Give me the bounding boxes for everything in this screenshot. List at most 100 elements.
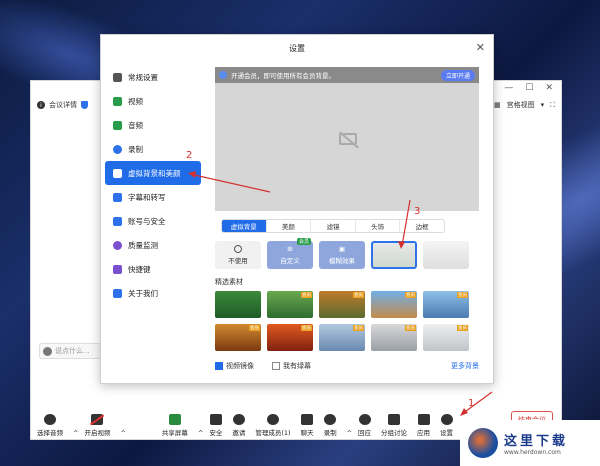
sidebar-item-shortcuts[interactable]: 快捷键: [101, 257, 205, 281]
thumbnail-panda[interactable]: [215, 291, 261, 318]
people-icon: [266, 414, 279, 425]
more-backgrounds-link[interactable]: 更多背景: [451, 361, 479, 371]
close-icon[interactable]: ✕: [476, 41, 485, 54]
chevron-up-icon[interactable]: ^: [347, 429, 352, 437]
sidebar-item-general[interactable]: 常规设置: [101, 65, 205, 89]
thumbnail-sunset[interactable]: 会员: [267, 324, 313, 351]
mirror-video-checkbox[interactable]: 视频镜像: [215, 361, 254, 371]
banner-text: 开通会员，即可使用所有会员背景。: [231, 72, 335, 80]
sidebar-item-label: 关于我们: [128, 288, 158, 298]
record-icon: [324, 414, 337, 425]
background-options: 不使用 会员 ⊞ 自定义 ▣ 模糊效果: [215, 238, 485, 269]
sidebar-item-audio[interactable]: 音频: [101, 113, 205, 137]
grid-view-button[interactable]: 宫格视图: [507, 100, 535, 110]
thumbnail-tiger[interactable]: 会员: [319, 291, 365, 318]
invite-button[interactable]: 邀请: [232, 414, 245, 437]
sidebar-item-account[interactable]: 账号与安全: [101, 209, 205, 233]
chevron-up-icon[interactable]: ^: [73, 429, 78, 437]
member-tag: 会员: [405, 325, 416, 331]
background-none-option[interactable]: 不使用: [215, 241, 261, 269]
grid-view-icon: ▦: [493, 101, 501, 109]
watermark-name: 这里下载: [504, 434, 569, 449]
sidebar-item-captions[interactable]: 字幕和转写: [101, 185, 205, 209]
maximize-icon[interactable]: ☐: [525, 83, 533, 93]
chat-button[interactable]: 聊天: [301, 414, 314, 437]
fullscreen-icon[interactable]: ⛶: [550, 101, 555, 110]
image-add-icon: ⊞: [287, 245, 293, 253]
audio-button[interactable]: 选择音频: [37, 414, 63, 437]
apps-button[interactable]: 应用: [417, 414, 430, 437]
record-button[interactable]: 录制: [324, 414, 337, 437]
chat-input[interactable]: 说点什么...: [39, 343, 101, 359]
video-icon: [113, 96, 122, 106]
security-button[interactable]: 安全: [209, 414, 222, 437]
option-label: 自定义: [280, 257, 300, 265]
captions-icon: [113, 192, 122, 202]
member-tag: 会员: [249, 325, 260, 331]
tab-virtual-background[interactable]: 虚拟背景: [222, 220, 267, 232]
chevron-up-icon[interactable]: ^: [120, 429, 125, 437]
annotation-number: 1: [468, 398, 475, 409]
chevron-up-icon[interactable]: ^: [198, 429, 203, 437]
breakout-button[interactable]: 分组讨论: [381, 414, 407, 437]
annotation-number: 3: [414, 206, 421, 217]
sidebar-item-video[interactable]: 视频: [101, 89, 205, 113]
sidebar-item-about[interactable]: 关于我们: [101, 281, 205, 305]
site-logo-icon: [468, 428, 498, 458]
shield-icon: [209, 414, 222, 425]
tab-filter[interactable]: 滤镜: [311, 220, 356, 232]
background-room-option[interactable]: [371, 241, 417, 269]
sidebar-item-label: 常规设置: [128, 72, 158, 82]
sidebar-item-label: 账号与安全: [128, 216, 166, 226]
settings-button[interactable]: 设置: [440, 414, 453, 437]
option-label: 模糊效果: [329, 257, 355, 265]
open-membership-button[interactable]: 立即开通: [440, 69, 475, 81]
minimize-icon[interactable]: —: [504, 83, 513, 93]
member-badge: 会员: [296, 238, 311, 245]
react-button[interactable]: 回应: [358, 414, 371, 437]
tab-frame[interactable]: 边框: [400, 220, 444, 232]
member-tag: 会员: [457, 292, 468, 298]
close-icon[interactable]: ✕: [545, 83, 553, 93]
thumbnail-studio[interactable]: 会员: [423, 324, 469, 351]
sidebar-item-quality[interactable]: 质量监测: [101, 233, 205, 257]
thumbnail-sky[interactable]: 会员: [423, 291, 469, 318]
info-icon: i: [37, 101, 45, 109]
camera-off-icon: [91, 414, 104, 425]
share-screen-button[interactable]: 共享屏幕: [162, 414, 188, 437]
background-custom-option[interactable]: 会员 ⊞ 自定义: [267, 238, 313, 269]
thumbnail-office[interactable]: 会员: [319, 324, 365, 351]
quality-icon: [113, 240, 122, 250]
background-plain-option[interactable]: [423, 241, 469, 269]
member-tag: 会员: [353, 325, 364, 331]
settings-dialog: 设置 ✕ 常规设置 视频 音频 录制 虚拟背景和美颜 字幕和转写 账号与安全 质…: [100, 34, 494, 384]
member-tag: 会员: [301, 325, 312, 331]
thumbnail-lobby[interactable]: 会员: [371, 324, 417, 351]
video-label: 开启视频: [84, 429, 111, 437]
tab-beauty[interactable]: 美颜: [267, 220, 312, 232]
tab-headwear[interactable]: 头饰: [356, 220, 401, 232]
no-entry-icon: [234, 245, 242, 253]
gear-icon: [113, 72, 122, 82]
headset-icon: [44, 414, 56, 425]
vip-icon: [219, 71, 227, 79]
green-screen-checkbox[interactable]: 我有绿幕: [272, 361, 311, 371]
featured-section-title: 精选素材: [215, 278, 243, 286]
thumbnail-desert[interactable]: 会员: [371, 291, 417, 318]
checkbox-empty-icon: [272, 362, 280, 370]
video-button[interactable]: 开启视频: [84, 414, 110, 437]
members-button[interactable]: 管理成员(1): [255, 414, 291, 437]
sidebar-item-virtual-background[interactable]: 虚拟背景和美颜: [105, 161, 201, 185]
meeting-info-link[interactable]: 会议详情: [49, 100, 77, 110]
invite-label: 邀请: [232, 429, 246, 437]
person-icon: [113, 168, 122, 178]
member-tag: 会员: [353, 292, 364, 298]
camera-off-icon: [339, 133, 357, 145]
thumbnail-forest[interactable]: 会员: [267, 291, 313, 318]
audio-label: 选择音频: [37, 429, 63, 437]
chat-placeholder: 说点什么...: [55, 347, 90, 355]
breakout-icon: [388, 414, 401, 425]
background-blur-option[interactable]: ▣ 模糊效果: [319, 241, 365, 269]
shield-icon[interactable]: [81, 101, 88, 109]
thumbnail-autumn[interactable]: 会员: [215, 324, 261, 351]
